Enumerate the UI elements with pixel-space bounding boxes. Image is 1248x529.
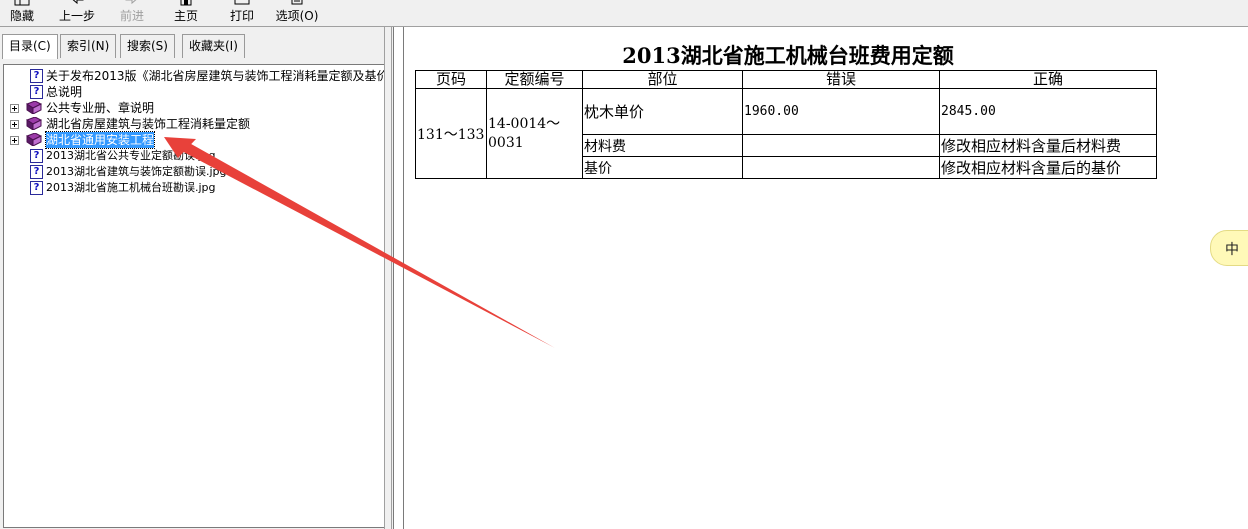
header-wrong: 错误 <box>742 70 940 89</box>
errata-table: 页码 定额编号 部位 错误 正确 131～133 14-0014～ 0031 枕… <box>415 70 1157 179</box>
header-part: 部位 <box>582 70 743 89</box>
quota-no-line-1: 14-0014～ <box>488 115 561 132</box>
tree-item-selected[interactable]: 湖北省通用安装工程 <box>4 131 384 149</box>
tree-item[interactable]: ? 关于发布2013版《湖北省房屋建筑与装饰工程消耗量定额及基价 <box>4 68 384 84</box>
cell-right: 修改相应材料含量后的基价 <box>939 156 1157 179</box>
cell-part: 基价 <box>582 156 743 179</box>
options-icon <box>291 0 303 5</box>
help-page-icon: ? <box>30 85 43 99</box>
header-page: 页码 <box>415 70 487 89</box>
options-button[interactable]: 选项(O) <box>272 0 322 26</box>
expand-plus-icon[interactable] <box>10 136 19 145</box>
tree-item[interactable]: ? 2013湖北省建筑与装饰定额勘误.jpg <box>4 164 384 180</box>
home-button[interactable]: 主页 <box>168 0 204 26</box>
back-arrow-icon <box>72 0 84 5</box>
cell-right: 2845.00 <box>939 88 1157 135</box>
expand-plus-icon[interactable] <box>10 120 19 129</box>
tab-index[interactable]: 索引(N) <box>60 34 117 58</box>
tree-item[interactable]: ? 2013湖北省公共专业定额勘误.jpg <box>4 148 384 164</box>
navigation-pane: 目录(C) 索引(N) 搜索(S) 收藏夹(I) ? 关于发布2013版《湖北省… <box>0 27 392 529</box>
help-page-icon: ? <box>30 165 43 179</box>
book-icon <box>26 133 42 146</box>
forward-arrow-icon <box>125 0 137 5</box>
tab-contents[interactable]: 目录(C) <box>2 34 58 59</box>
help-page-icon: ? <box>30 149 43 163</box>
table-row: 131～133 14-0014～ 0031 枕木单价 1960.00 2845.… <box>415 88 1157 179</box>
tab-search[interactable]: 搜索(S) <box>120 34 175 58</box>
quota-no-line-2: 0031 <box>488 134 524 151</box>
home-icon <box>180 0 192 6</box>
cell-part: 材料费 <box>582 134 743 157</box>
tree-item[interactable]: 公共专业册、章说明 <box>4 100 384 116</box>
tab-favorites[interactable]: 收藏夹(I) <box>182 34 245 58</box>
book-icon <box>26 117 42 130</box>
content-divider <box>403 27 404 529</box>
tree-item[interactable]: ? 2013湖北省施工机械台班勘误.jpg <box>4 180 384 196</box>
cell-right: 修改相应材料含量后材料费 <box>939 134 1157 157</box>
back-button[interactable]: 上一步 <box>55 0 99 26</box>
contents-tree[interactable]: ? 关于发布2013版《湖北省房屋建筑与装饰工程消耗量定额及基价 ? 总说明 公… <box>3 64 385 528</box>
printer-icon <box>234 0 250 5</box>
help-page-icon: ? <box>30 181 43 195</box>
expand-plus-icon[interactable] <box>10 104 19 113</box>
print-button[interactable]: 打印 <box>224 0 260 26</box>
cell-wrong <box>742 156 940 179</box>
hide-button[interactable]: 隐藏 <box>4 0 40 26</box>
ime-mode-text: 中 <box>1225 242 1239 258</box>
hide-icon <box>14 0 30 6</box>
cell-wrong: 1960.00 <box>742 88 940 135</box>
header-quota-no: 定额编号 <box>486 70 583 89</box>
table-header-row: 页码 定额编号 部位 错误 正确 <box>415 70 1157 89</box>
forward-button[interactable]: 前进 <box>112 0 152 26</box>
help-page-icon: ? <box>30 69 43 83</box>
ime-indicator[interactable]: 中 <box>1210 230 1248 266</box>
document-title: 2013湖北省施工机械台班费用定额 <box>622 43 954 68</box>
book-icon <box>26 101 42 114</box>
cell-wrong <box>742 134 940 157</box>
header-right: 正确 <box>939 70 1157 89</box>
cell-part: 枕木单价 <box>582 88 743 135</box>
tree-item[interactable]: ? 总说明 <box>4 84 384 100</box>
pane-splitter[interactable] <box>384 27 392 529</box>
cell-page-range: 131～133 <box>415 88 487 179</box>
document: 2013湖北省施工机械台班费用定额 页码 定额编号 部位 错误 正确 131～1… <box>415 42 1161 179</box>
tree-item[interactable]: 湖北省房屋建筑与装饰工程消耗量定额 <box>4 116 384 132</box>
cell-quota-no: 14-0014～ 0031 <box>486 88 583 179</box>
toolbar: 隐藏 上一步 前进 主页 打印 选项(O) <box>0 0 1248 27</box>
